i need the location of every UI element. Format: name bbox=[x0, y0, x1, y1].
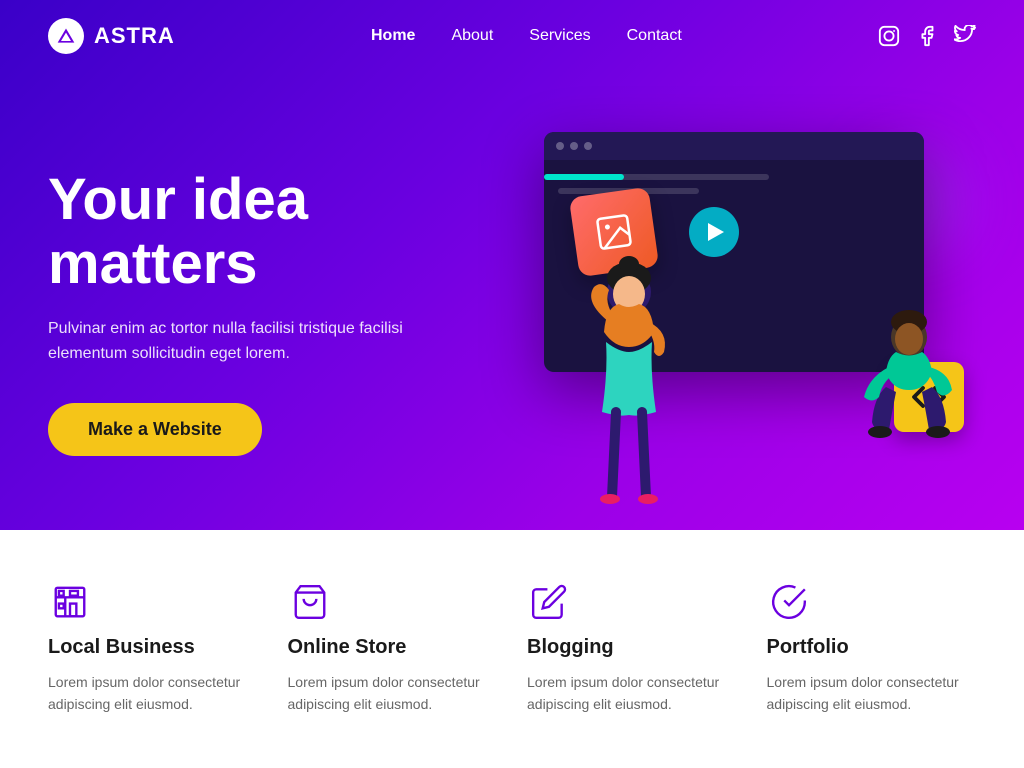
hero-illustration bbox=[512, 112, 976, 512]
twitter-icon[interactable] bbox=[954, 25, 976, 47]
hero-subtitle: Pulvinar enim ac tortor nulla facilisi t… bbox=[48, 316, 408, 367]
building-icon bbox=[48, 580, 92, 624]
play-button bbox=[689, 207, 739, 257]
hero-text: Your idea matters Pulvinar enim ac torto… bbox=[48, 168, 512, 456]
brand-logo[interactable]: ASTRA bbox=[48, 18, 175, 54]
facebook-icon[interactable] bbox=[916, 25, 938, 47]
illustration-container bbox=[514, 112, 974, 512]
brand-name: ASTRA bbox=[94, 23, 175, 49]
navigation: ASTRA Home About Services Contact bbox=[0, 0, 1024, 72]
hero-title: Your idea matters bbox=[48, 168, 512, 296]
service-card-blogging: Blogging Lorem ipsum dolor consectetur a… bbox=[527, 580, 737, 716]
service-title-online-store: Online Store bbox=[288, 636, 498, 659]
shopping-bag-icon bbox=[288, 580, 332, 624]
nav-links: Home About Services Contact bbox=[371, 27, 682, 45]
person1-illustration bbox=[564, 232, 694, 512]
nav-link-contact[interactable]: Contact bbox=[627, 27, 682, 45]
nav-link-services[interactable]: Services bbox=[529, 27, 590, 45]
service-desc-blogging: Lorem ipsum dolor consectetur adipiscing… bbox=[527, 671, 737, 716]
service-card-portfolio: Portfolio Lorem ipsum dolor consectetur … bbox=[767, 580, 977, 716]
service-card-online-store: Online Store Lorem ipsum dolor consectet… bbox=[288, 580, 498, 716]
person2-illustration bbox=[844, 292, 974, 512]
teal-accent-bar bbox=[544, 174, 624, 180]
hero-content: Your idea matters Pulvinar enim ac torto… bbox=[0, 72, 1024, 512]
instagram-icon[interactable] bbox=[878, 25, 900, 47]
nav-link-about[interactable]: About bbox=[451, 27, 493, 45]
checkmark-circle-icon bbox=[767, 580, 811, 624]
hero-section: ASTRA Home About Services Contact bbox=[0, 0, 1024, 530]
service-desc-local-business: Lorem ipsum dolor consectetur adipiscing… bbox=[48, 671, 258, 716]
browser-dot-1 bbox=[556, 142, 564, 150]
nav-link-home[interactable]: Home bbox=[371, 27, 415, 45]
browser-dot-2 bbox=[570, 142, 578, 150]
service-title-blogging: Blogging bbox=[527, 636, 737, 659]
service-title-local-business: Local Business bbox=[48, 636, 258, 659]
services-section: Local Business Lorem ipsum dolor consect… bbox=[0, 530, 1024, 766]
service-title-portfolio: Portfolio bbox=[767, 636, 977, 659]
cta-button[interactable]: Make a Website bbox=[48, 403, 262, 456]
service-desc-online-store: Lorem ipsum dolor consectetur adipiscing… bbox=[288, 671, 498, 716]
play-triangle-icon bbox=[708, 223, 724, 241]
logo-icon bbox=[48, 18, 84, 54]
browser-bar bbox=[544, 132, 924, 160]
edit-icon bbox=[527, 580, 571, 624]
social-links bbox=[878, 25, 976, 47]
service-desc-portfolio: Lorem ipsum dolor consectetur adipiscing… bbox=[767, 671, 977, 716]
browser-dot-3 bbox=[584, 142, 592, 150]
service-card-local-business: Local Business Lorem ipsum dolor consect… bbox=[48, 580, 258, 716]
